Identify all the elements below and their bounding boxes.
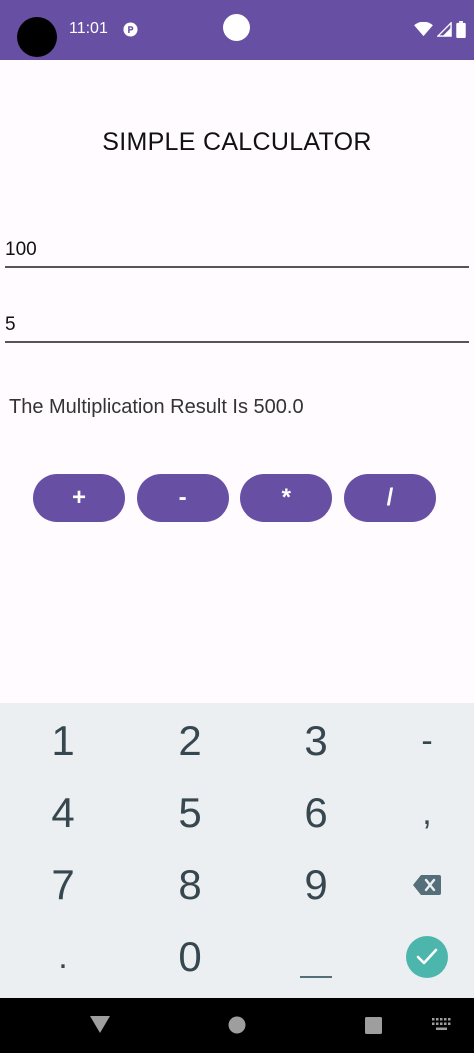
backspace-icon — [413, 875, 441, 895]
subtract-button[interactable]: - — [136, 474, 229, 522]
wifi-icon — [414, 21, 433, 36]
status-bar: 11:01 — [0, 0, 474, 60]
add-button[interactable]: + — [33, 474, 125, 522]
key-comma[interactable]: , — [368, 777, 474, 849]
battery-icon — [456, 20, 466, 38]
cell-signal-icon — [437, 21, 452, 37]
key-space[interactable] — [257, 921, 375, 993]
camera-cutout — [17, 17, 57, 57]
done-button-circle — [406, 936, 448, 978]
key-9[interactable]: 9 — [257, 849, 375, 921]
page-title: SIMPLE CALCULATOR — [102, 128, 372, 156]
key-backspace[interactable] — [368, 849, 474, 921]
operation-buttons: + - * / — [33, 474, 436, 522]
done-icon — [416, 948, 438, 965]
numeric-keyboard: 1 2 3 - 4 5 6 , 7 8 9 . 0 — [0, 703, 474, 998]
key-2[interactable]: 2 — [131, 705, 249, 777]
result-text: The Multiplication Result Is 500.0 — [9, 396, 304, 418]
key-6[interactable]: 6 — [257, 777, 375, 849]
key-4[interactable]: 4 — [4, 777, 122, 849]
second-number-input[interactable] — [5, 309, 469, 343]
key-8[interactable]: 8 — [131, 849, 249, 921]
divide-button[interactable]: / — [343, 474, 436, 522]
key-5[interactable]: 5 — [131, 777, 249, 849]
keyboard-switch-icon[interactable] — [432, 1018, 452, 1031]
multiply-button[interactable]: * — [240, 474, 333, 522]
recents-icon[interactable] — [365, 1017, 382, 1034]
key-minus[interactable]: - — [368, 705, 474, 777]
home-icon[interactable] — [228, 1016, 246, 1034]
key-0[interactable]: 0 — [131, 921, 249, 993]
navigation-bar — [0, 998, 474, 1053]
back-icon[interactable] — [90, 1016, 110, 1033]
space-bar-glyph — [300, 976, 332, 978]
key-7[interactable]: 7 — [4, 849, 122, 921]
key-1[interactable]: 1 — [4, 705, 122, 777]
key-done[interactable] — [368, 921, 474, 993]
app-notification-icon — [123, 22, 138, 37]
key-period[interactable]: . — [4, 921, 122, 993]
status-time: 11:01 — [69, 20, 108, 37]
front-camera-dot — [223, 14, 250, 41]
key-3[interactable]: 3 — [257, 705, 375, 777]
status-icons — [414, 20, 466, 38]
first-number-input[interactable] — [5, 234, 469, 268]
